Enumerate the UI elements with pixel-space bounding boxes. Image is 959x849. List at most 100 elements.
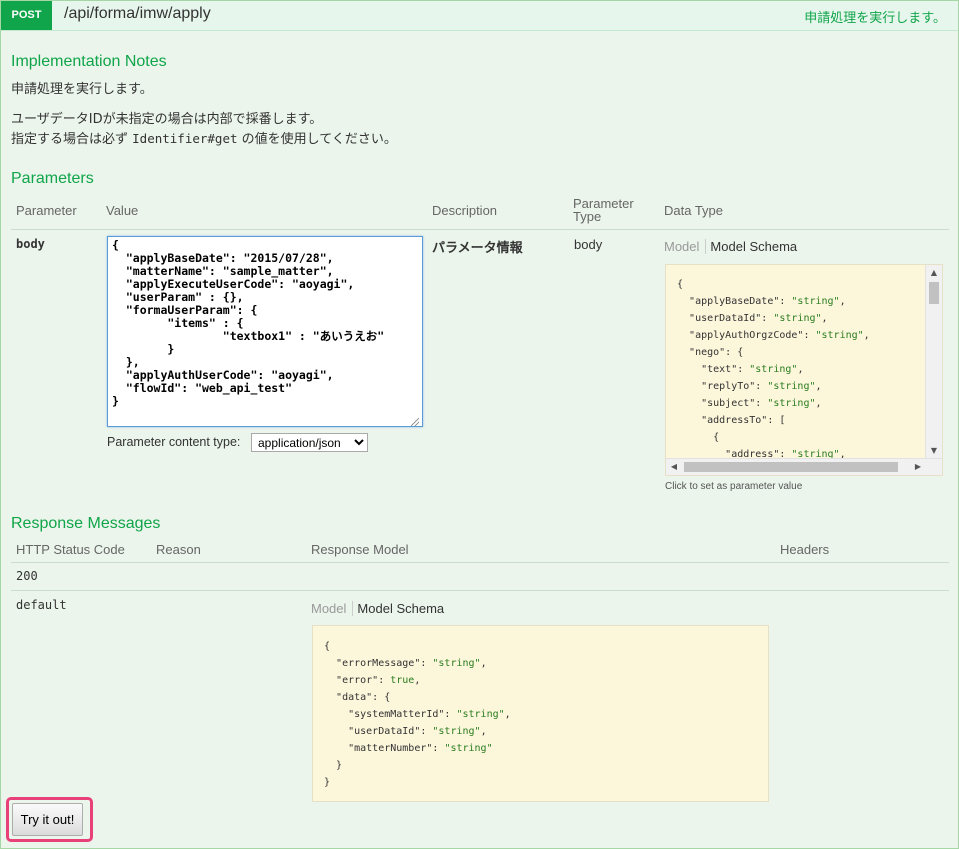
scroll-right-arrow-icon[interactable]: ▶ [910,459,926,475]
param-schema-code[interactable]: { "applyBaseDate": "string", "userDataId… [666,265,942,463]
schema-key: "error" [336,675,379,686]
col-header-response-model: Response Model [311,542,409,557]
param-tab-model[interactable]: Model [664,239,707,254]
try-it-out-button[interactable]: Try it out! [12,803,83,836]
schema-punct [324,692,336,703]
schema-punct: : [755,398,768,409]
schema-punct: : [420,658,433,669]
col-header-reason: Reason [156,542,201,557]
schema-line: "systemMatterId": "string", [324,706,768,723]
scroll-down-arrow-icon[interactable]: ▼ [926,443,942,459]
response-signature-tabs: Model Model Schema [311,601,444,616]
schema-punct [324,675,336,686]
schema-punct [677,364,701,375]
schema-key: "applyAuthOrgzCode" [689,330,804,341]
schema-line: "addressTo": [ [677,412,942,429]
schema-value: true [390,675,415,686]
schema-punct [677,347,689,358]
textarea-resize-handle[interactable] [411,418,419,426]
schema-punct: : [ [767,415,786,426]
schema-punct [324,726,348,737]
schema-punct: { [677,279,684,290]
endpoint-path[interactable]: /api/forma/imw/apply [64,5,211,23]
horizontal-scroll-thumb[interactable] [684,462,898,472]
schema-punct: , [815,398,822,409]
col-header-parameter-type: Parameter Type [573,197,634,223]
click-to-set-hint: Click to set as parameter value [665,481,803,492]
scroll-up-arrow-icon[interactable]: ▲ [926,265,942,281]
notes-line-3: 指定する場合は必ず Identifier#get の値を使用してください。 [11,128,397,147]
vertical-scroll-thumb[interactable] [929,282,939,304]
schema-line: "userDataId": "string", [324,723,768,740]
schema-key: "data" [336,692,373,703]
schema-line: "matterNumber": "string" [324,740,768,757]
col-header-http-status-code: HTTP Status Code [16,542,125,557]
schema-punct: } [324,777,331,788]
schema-punct: , [480,726,487,737]
schema-value: "string" [767,398,816,409]
col-header-parameter-type-line2: Type [573,209,602,224]
schema-punct [677,330,689,341]
notes-line-1: 申請処理を実行します。 [11,82,153,97]
param-name-body: body [16,237,45,251]
schema-punct: : [761,313,774,324]
schema-punct: , [414,675,421,686]
schema-punct [677,381,701,392]
schema-line: "errorMessage": "string", [324,655,768,672]
http-method-badge[interactable]: POST [1,1,52,30]
schema-key: "text" [701,364,738,375]
operation-heading[interactable]: POST /api/forma/imw/apply 申請処理を実行します。 [1,1,958,31]
schema-value: "string" [444,743,493,754]
schema-punct: : [378,675,391,686]
scroll-left-arrow-icon[interactable]: ◀ [666,459,682,475]
schema-punct [677,313,689,324]
schema-punct: : { [372,692,391,703]
schema-line: "text": "string", [677,361,942,378]
schema-key: "errorMessage" [336,658,421,669]
param-signature-tabs: Model Model Schema [664,239,797,254]
schema-punct: : [737,364,750,375]
notes-inline-code: Identifier#get [132,131,238,146]
param-model-schema-snippet[interactable]: { "applyBaseDate": "string", "userDataId… [665,264,943,476]
schema-line: "subject": "string", [677,395,942,412]
response-tab-model[interactable]: Model [311,601,354,616]
response-tab-model-schema[interactable]: Model Schema [353,601,444,616]
schema-line: "applyAuthOrgzCode": "string", [677,327,942,344]
param-tab-model-schema[interactable]: Model Schema [706,239,797,254]
responses-header-divider [11,562,949,563]
schema-line: { [677,429,942,446]
parameter-content-type-label: Parameter content type: [107,435,241,449]
parameter-content-type-select[interactable]: application/json [251,433,368,452]
response-model-schema-snippet[interactable]: { "errorMessage": "string", "error": tru… [312,625,769,802]
schema-punct [324,658,336,669]
schema-punct: , [863,330,870,341]
schema-punct: , [504,709,511,720]
schema-horizontal-scrollbar[interactable]: ◀ ▶ [666,458,942,475]
operation-summary[interactable]: 申請処理を実行します。 [804,7,946,26]
schema-vertical-scrollbar[interactable]: ▲ ▼ [925,265,942,459]
notes-line-3-prefix: 指定する場合は必ず [11,132,133,147]
schema-key: "addressTo" [701,415,768,426]
response-schema-code[interactable]: { "errorMessage": "string", "error": tru… [313,626,768,791]
param-description: パラメータ情報 [432,241,523,256]
response-code-default: default [16,598,67,612]
body-parameter-textarea[interactable] [107,236,423,427]
schema-punct: { [677,432,720,443]
schema-punct: : [420,726,433,737]
schema-line: "data": { [324,689,768,706]
operation-panel: POST /api/forma/imw/apply 申請処理を実行します。 Im… [0,0,959,849]
schema-punct: , [797,364,804,375]
schema-line: } [324,774,768,791]
schema-line: "nego": { [677,344,942,361]
schema-value: "string" [773,313,822,324]
schema-key: "systemMatterId" [348,709,445,720]
schema-line: "error": true, [324,672,768,689]
response-messages-title: Response Messages [11,515,161,532]
schema-key: "userDataId" [689,313,762,324]
schema-punct: : [755,381,768,392]
schema-value: "string" [791,296,840,307]
schema-punct: : [779,296,792,307]
schema-punct: } [324,760,343,771]
schema-punct: : [432,743,445,754]
col-header-description: Description [432,203,498,218]
